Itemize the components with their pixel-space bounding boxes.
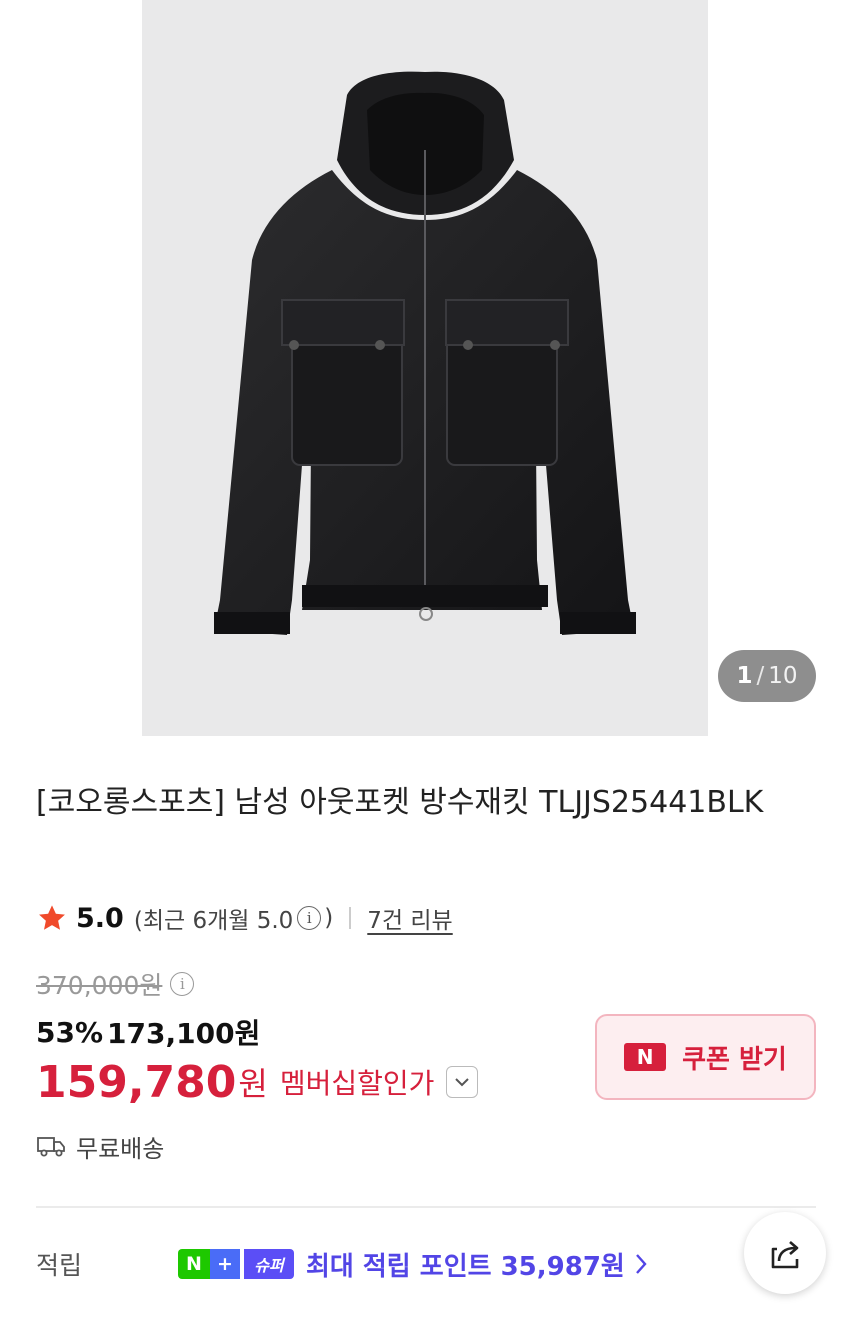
naver-badge: N (178, 1249, 210, 1279)
chevron-down-icon (455, 1078, 470, 1087)
original-price: 370,000원 (36, 971, 163, 1000)
star-icon (39, 905, 65, 930)
coupon-button[interactable]: N 쿠폰 받기 (595, 1014, 816, 1100)
jacket-product-image (214, 71, 636, 635)
plus-badge: + (210, 1249, 240, 1279)
member-price-dropdown-button[interactable] (446, 1066, 479, 1098)
image-counter-current: 1 (736, 663, 753, 689)
image-counter-separator: / (756, 663, 765, 689)
section-divider (36, 1206, 816, 1208)
coupon-button-label: 쿠폰 받기 (682, 1044, 787, 1075)
shipping-row: 무료배송 (36, 1126, 164, 1166)
discount-percent: 53% (36, 1015, 104, 1049)
truck-icon (37, 1137, 65, 1157)
shipping-label: 무료배송 (76, 1134, 165, 1163)
rating-row: 5.0 (최근 6개월 5.0 i ) 7건 리뷰 (36, 898, 453, 938)
naver-coupon-badge: N (624, 1043, 667, 1071)
points-row[interactable]: 적립 N + 슈퍼 최대 적립 포인트 35,987원 (36, 1244, 816, 1284)
product-title: [코오롱스포츠] 남성 아웃포켓 방수재킷 TLJJS25441BLK (36, 785, 764, 820)
super-badge: 슈퍼 (244, 1249, 294, 1279)
member-price-label: 멤버십할인가 (279, 1067, 435, 1100)
image-counter: 1 / 10 (718, 650, 816, 702)
member-price-currency: 원 (238, 1065, 268, 1103)
recent-rating: (최근 6개월 5.0 i ) (134, 901, 333, 935)
sale-price-row: 53% 173,100원 (36, 1012, 260, 1052)
rating-score: 5.0 (76, 902, 124, 934)
divider (349, 907, 352, 929)
chevron-right-icon (635, 1254, 647, 1274)
share-icon (771, 1241, 799, 1269)
points-label: 적립 (36, 1251, 83, 1280)
original-price-row: 370,000원 i (36, 964, 197, 1004)
share-button[interactable] (744, 1212, 826, 1294)
recent-rating-close: ) (324, 905, 334, 931)
member-price-row: 159,780 원 멤버십할인가 (36, 1054, 479, 1110)
price-info-icon[interactable]: i (170, 972, 195, 996)
review-count-link[interactable]: 7건 리뷰 (367, 901, 452, 935)
max-points-text: 최대 적립 포인트 35,987원 (306, 1251, 625, 1282)
recent-rating-text: (최근 6개월 5.0 (133, 908, 294, 934)
info-icon[interactable]: i (297, 906, 322, 930)
image-counter-total: 10 (768, 663, 798, 689)
product-image-gallery[interactable]: 1 / 10 (0, 0, 850, 736)
sale-price: 173,100원 (107, 1017, 261, 1050)
member-price: 159,780 (36, 1056, 237, 1108)
